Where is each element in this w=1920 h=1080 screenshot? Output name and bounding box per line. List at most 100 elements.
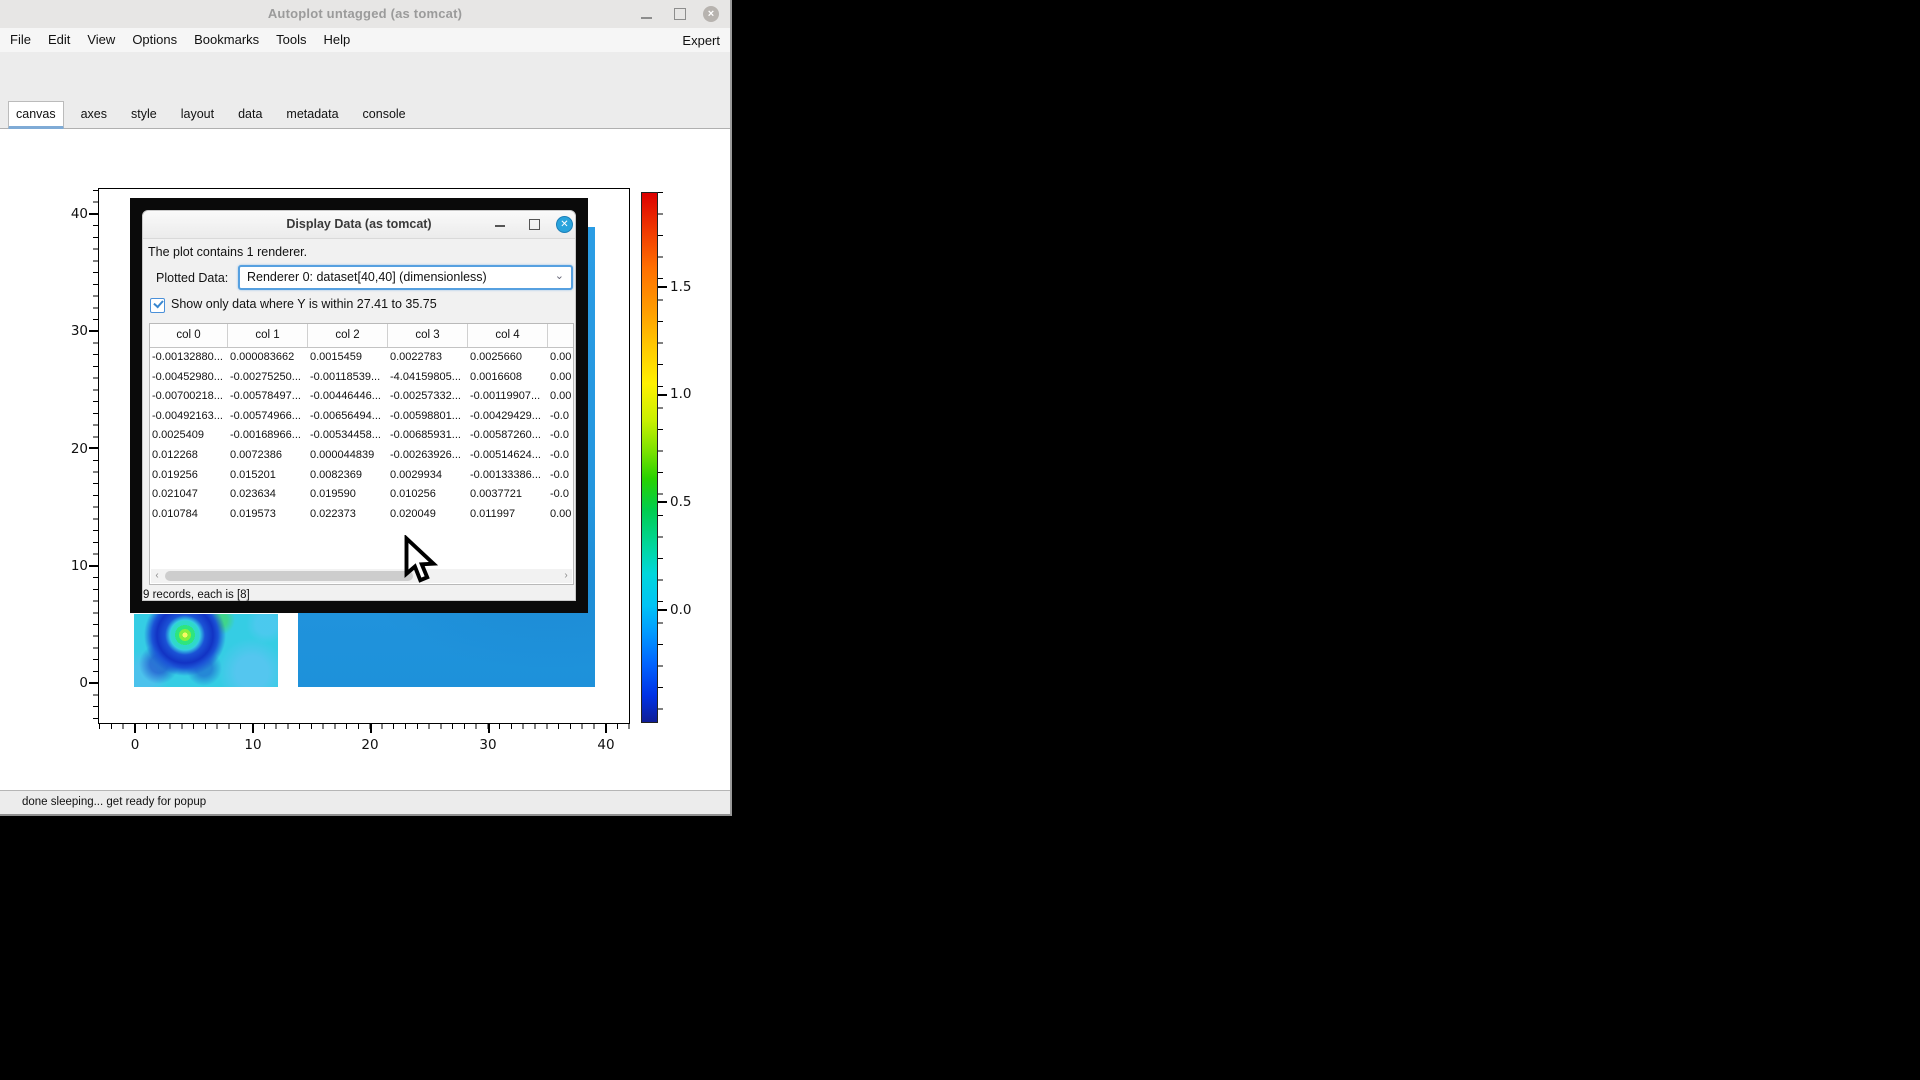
cell: 0.0025409 <box>150 426 228 446</box>
cell: -0.0 <box>548 485 574 505</box>
tab[interactable]: console <box>356 101 413 128</box>
table-row[interactable]: 0.012268 0.0072386 0.000044839 -0.002639… <box>150 446 573 466</box>
column-header[interactable]: col 2 <box>308 324 388 347</box>
autoplot-window: Autoplot untagged (as tomcat) × File Edit… <box>0 0 732 816</box>
cell: 0.0082369 <box>308 466 388 486</box>
plot-canvas[interactable]: 403020100 010203040 1.51.00.50.0 Display… <box>0 129 730 790</box>
y-tick-label: 0 <box>54 675 92 691</box>
cell: 0.00 <box>548 387 574 407</box>
cell: -0.00492163... <box>150 407 228 427</box>
close-icon[interactable]: × <box>703 6 719 22</box>
table-row[interactable]: 0.010784 0.019573 0.022373 0.020049 0.01… <box>150 505 573 525</box>
table-header-row: col 0col 1col 2col 3col 4 <box>150 324 573 348</box>
cell: -0.00656494... <box>308 407 388 427</box>
cell: -0.00133386... <box>468 466 548 486</box>
y-tick-label: 20 <box>54 441 92 457</box>
menu-item[interactable]: View <box>87 32 115 47</box>
menu-bar: File Edit View Options Bookmarks Tools Help Ex… <box>0 28 730 52</box>
x-tick-label: 30 <box>468 737 508 753</box>
plotted-data-value: Renderer 0: dataset[40,40] (dimensionles… <box>240 267 571 288</box>
table-row[interactable]: -0.00492163... -0.00574966... -0.0065649… <box>150 407 573 427</box>
tab[interactable]: canvas <box>8 101 64 130</box>
cell: -0.0 <box>548 426 574 446</box>
table-row[interactable]: -0.00700218... -0.00578497... -0.0044644… <box>150 387 573 407</box>
cell: 0.015201 <box>228 466 308 486</box>
tab[interactable]: data <box>231 101 269 128</box>
cell: -0.00429429... <box>468 407 548 427</box>
cell: 0.00 <box>548 505 574 525</box>
minimize-icon[interactable] <box>641 17 652 19</box>
cell: -0.00598801... <box>388 407 468 427</box>
close-icon[interactable]: ✕ <box>556 216 573 233</box>
scroll-right-icon[interactable]: › <box>560 569 572 583</box>
menu-item[interactable]: File <box>10 32 31 47</box>
tab[interactable]: style <box>124 101 164 128</box>
column-header[interactable]: col 0 <box>150 324 228 347</box>
heatmap-image-left <box>134 614 278 687</box>
dialog-title-bar[interactable]: Display Data (as tomcat) ✕ <box>143 211 575 239</box>
colorbar-tick-label: 1.5 <box>670 279 710 295</box>
cell: 0.00 <box>548 348 574 368</box>
cell: -0.00534458... <box>308 426 388 446</box>
menu-item[interactable]: Bookmarks <box>194 32 259 47</box>
cell: -0.00574966... <box>228 407 308 427</box>
cell: 0.00 <box>548 368 574 388</box>
cell: 0.0029934 <box>388 466 468 486</box>
cell: 0.021047 <box>150 485 228 505</box>
cell: 0.019590 <box>308 485 388 505</box>
maximize-icon[interactable] <box>529 219 540 230</box>
cell: 0.0025660 <box>468 348 548 368</box>
table-body: -0.00132880... 0.000083662 0.0015459 0.0… <box>150 348 573 524</box>
cell: 0.019573 <box>228 505 308 525</box>
menu-item[interactable]: Tools <box>276 32 306 47</box>
cell: -0.00275250... <box>228 368 308 388</box>
title-bar[interactable]: Autoplot untagged (as tomcat) × <box>0 0 730 28</box>
cell: -0.00452980... <box>150 368 228 388</box>
status-bar: done sleeping... get ready for popup <box>0 790 730 814</box>
data-table[interactable]: col 0col 1col 2col 3col 4 -0.00132880...… <box>149 323 574 585</box>
table-row[interactable]: 0.021047 0.023634 0.019590 0.010256 0.00… <box>150 485 573 505</box>
scroll-left-icon[interactable]: ‹ <box>151 569 163 583</box>
chevron-down-icon: ⌄ <box>555 269 564 282</box>
column-header[interactable]: col 4 <box>468 324 548 347</box>
plotted-data-select[interactable]: Renderer 0: dataset[40,40] (dimensionles… <box>238 265 573 290</box>
table-row[interactable]: -0.00452980... -0.00275250... -0.0011853… <box>150 368 573 388</box>
plotted-data-label: Plotted Data: <box>156 271 228 285</box>
cell: -0.00257332... <box>388 387 468 407</box>
cell: -0.00132880... <box>150 348 228 368</box>
y-tick-label: 30 <box>54 323 92 339</box>
y-tick-label: 40 <box>54 206 92 222</box>
table-row[interactable]: -0.00132880... 0.000083662 0.0015459 0.0… <box>150 348 573 368</box>
cell: 0.0015459 <box>308 348 388 368</box>
colorbar-tick-label: 0.5 <box>670 494 710 510</box>
minimize-icon[interactable] <box>495 225 505 227</box>
menu-item[interactable]: Help <box>324 32 351 47</box>
checkmark-icon <box>153 298 163 309</box>
cell: -0.00263926... <box>388 446 468 466</box>
expert-mode-label[interactable]: Expert <box>682 33 720 48</box>
scrollbar-thumb[interactable] <box>165 571 413 581</box>
x-tick-label: 20 <box>350 737 390 753</box>
tab[interactable]: layout <box>174 101 221 128</box>
table-row[interactable]: 0.0025409 -0.00168966... -0.00534458... … <box>150 426 573 446</box>
tab-bar: canvas axes style layout data metadata console <box>0 95 730 129</box>
menu-item[interactable]: Options <box>132 32 177 47</box>
address-toolbar: l)&ripples(40,40)+rand(40,40)*(exp(-dist… <box>0 52 730 95</box>
menu-item[interactable]: Edit <box>48 32 70 47</box>
table-row[interactable]: 0.019256 0.015201 0.0082369 0.0029934 -0… <box>150 466 573 486</box>
y-axis-minor-ticks <box>93 190 98 723</box>
cell: 0.022373 <box>308 505 388 525</box>
column-header[interactable]: col 3 <box>388 324 468 347</box>
tab[interactable]: axes <box>74 101 114 128</box>
maximize-icon[interactable] <box>674 8 686 20</box>
horizontal-scrollbar[interactable]: ‹ › <box>151 569 572 583</box>
status-message: done sleeping... get ready for popup <box>0 791 730 808</box>
y-tick-label: 10 <box>54 558 92 574</box>
dialog-title: Display Data (as tomcat) <box>143 211 575 237</box>
column-header[interactable]: col 1 <box>228 324 308 347</box>
colorbar <box>641 192 658 723</box>
colorbar-tick-label: 1.0 <box>670 386 710 402</box>
filter-checkbox[interactable] <box>150 298 165 313</box>
tab[interactable]: metadata <box>279 101 345 128</box>
mouse-cursor <box>402 535 438 587</box>
